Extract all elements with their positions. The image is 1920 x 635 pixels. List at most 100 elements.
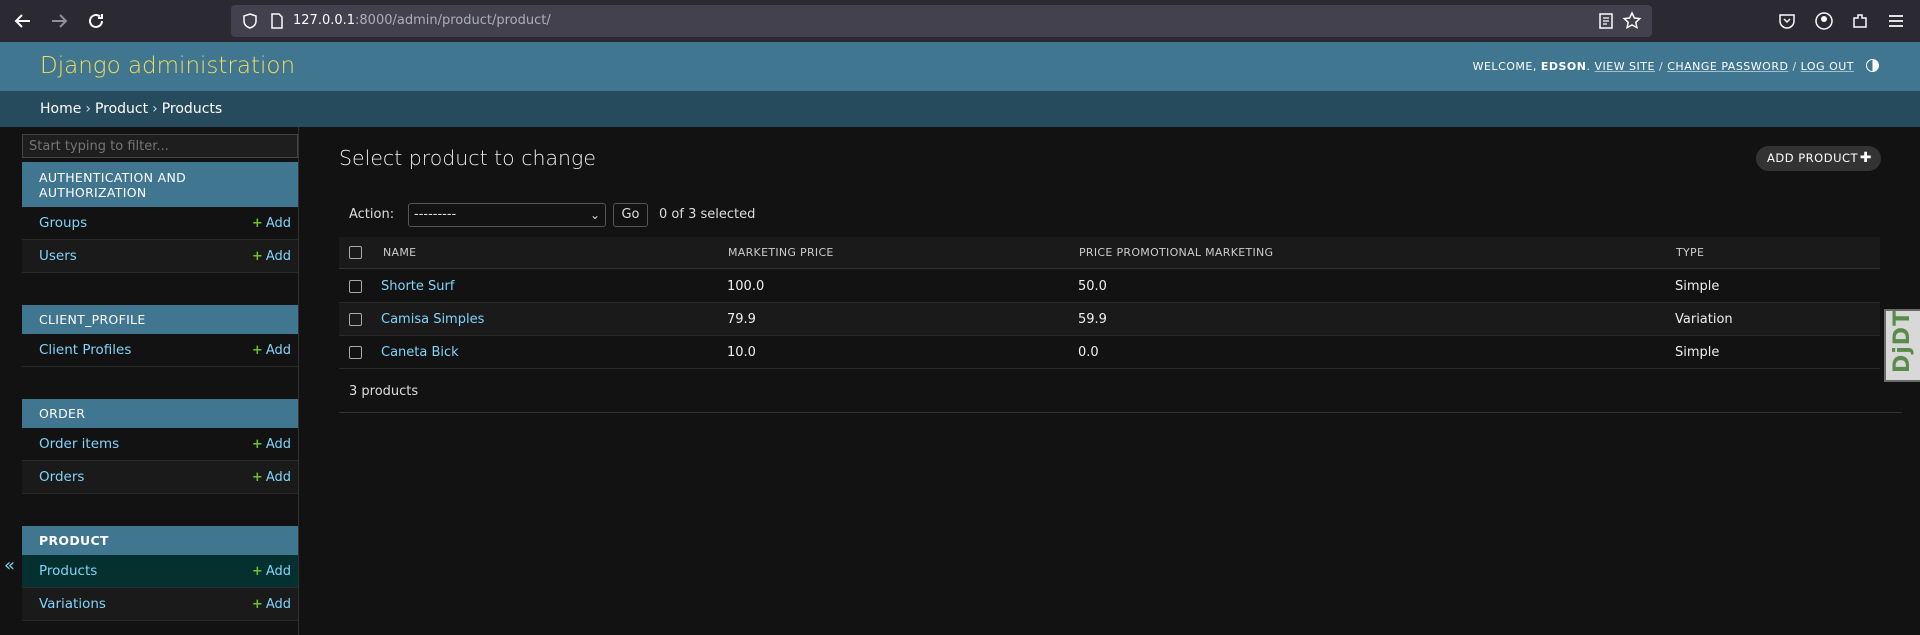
table-row: Caneta Bick 10.0 0.0 Simple	[339, 336, 1880, 369]
sidebar-item-label[interactable]: Order items	[39, 428, 119, 461]
url-text[interactable]: 127.0.0.1:8000/admin/product/product/	[293, 5, 551, 37]
breadcrumb-current: Products	[161, 101, 223, 117]
pocket-icon[interactable]	[1777, 11, 1797, 31]
module-header-product[interactable]: Product	[22, 526, 298, 555]
add-label: Add	[265, 470, 291, 485]
sidebar-item-label[interactable]: Products	[39, 555, 97, 588]
welcome-text: Welcome,	[1472, 60, 1537, 73]
bookmark-star-icon[interactable]	[1622, 11, 1642, 31]
page-icon[interactable]	[268, 12, 286, 30]
menu-icon[interactable]	[1886, 11, 1906, 31]
sidebar-filter-input[interactable]	[22, 134, 298, 158]
theme-toggle-icon[interactable]	[1866, 59, 1879, 72]
url-bar[interactable]: 127.0.0.1:8000/admin/product/product/	[231, 5, 1652, 37]
chevron-down-icon: ⌄	[589, 208, 600, 222]
product-name-link[interactable]: Caneta Bick	[381, 336, 459, 369]
sidebar-item-products: Products + Add	[22, 555, 298, 588]
breadcrumb-separator: ›	[152, 101, 158, 117]
username: Edson	[1540, 60, 1587, 73]
selection-counter: 0 of 3 selected	[659, 207, 756, 222]
column-header-promo-price[interactable]: Price promotional marketing	[1079, 237, 1273, 269]
add-product-button[interactable]: Add product ✚	[1756, 146, 1881, 171]
add-users-link[interactable]: + Add	[252, 240, 291, 273]
breadcrumb-product[interactable]: Product	[95, 101, 148, 117]
type-cell: Variation	[1675, 312, 1733, 327]
product-name-link[interactable]: Camisa Simples	[381, 303, 484, 336]
add-product-label: Add product	[1767, 151, 1859, 165]
marketing-price-cell: 100.0	[727, 279, 765, 294]
plus-icon: ✚	[1859, 150, 1872, 166]
module-header-auth[interactable]: Authentication and Authorization	[22, 162, 298, 207]
plus-icon: +	[251, 470, 263, 485]
row-checkbox[interactable]	[349, 280, 362, 293]
marketing-price-cell: 10.0	[727, 345, 756, 360]
add-variations-link[interactable]: + Add	[252, 588, 291, 621]
sidebar-item-label[interactable]: Orders	[39, 461, 84, 494]
plus-icon: +	[251, 249, 263, 264]
reader-view-icon[interactable]	[1598, 13, 1614, 29]
sidebar-item-label[interactable]: Groups	[39, 207, 87, 240]
column-header-type[interactable]: Type	[1676, 237, 1704, 269]
page-title: Select product to change	[339, 146, 596, 170]
url-host: 127.0.0.1	[293, 13, 356, 28]
debug-toolbar-label: DjDT	[1890, 309, 1915, 373]
log-out-link[interactable]: Log out	[1801, 60, 1854, 73]
action-select[interactable]: --------- ⌄	[408, 203, 606, 227]
module-header-client-profile[interactable]: Client_profile	[22, 305, 298, 334]
add-client-profiles-link[interactable]: + Add	[252, 334, 291, 367]
sidebar-divider	[298, 127, 299, 635]
add-label: Add	[265, 343, 291, 358]
view-site-link[interactable]: View site	[1594, 60, 1655, 73]
plus-icon: +	[251, 343, 263, 358]
marketing-price-cell: 79.9	[727, 312, 756, 327]
row-checkbox[interactable]	[349, 346, 362, 359]
plus-icon: +	[251, 564, 263, 579]
site-branding[interactable]: Django administration	[40, 42, 295, 91]
go-button[interactable]: Go	[613, 203, 648, 227]
sidebar-item-variations: Variations + Add	[22, 588, 298, 621]
sidebar-item-groups: Groups + Add	[22, 207, 298, 240]
shield-icon[interactable]	[241, 12, 259, 30]
plus-icon: +	[251, 437, 263, 452]
module-header-order[interactable]: Order	[22, 399, 298, 428]
add-groups-link[interactable]: + Add	[252, 207, 291, 240]
breadcrumb-home[interactable]: Home	[40, 101, 81, 117]
nav-sidebar: Authentication and Authorization Groups …	[22, 127, 298, 635]
account-icon[interactable]	[1814, 11, 1834, 31]
sidebar-item-label[interactable]: Variations	[39, 588, 106, 621]
extensions-icon[interactable]	[1850, 11, 1870, 31]
change-password-link[interactable]: Change password	[1667, 60, 1788, 73]
user-tools: Welcome, Edson. View site / Change passw…	[1473, 42, 1879, 91]
action-label: Action:	[349, 207, 395, 222]
add-products-link[interactable]: + Add	[252, 555, 291, 588]
breadcrumb: Home › Product › Products	[0, 91, 1920, 127]
debug-toolbar-handle[interactable]: DjDT	[1884, 309, 1920, 382]
add-order-items-link[interactable]: + Add	[252, 428, 291, 461]
breadcrumb-separator: ›	[85, 101, 91, 117]
row-checkbox[interactable]	[349, 313, 362, 326]
table-row: Camisa Simples 79.9 59.9 Variation	[339, 303, 1880, 336]
sidebar-item-orders: Orders + Add	[22, 461, 298, 494]
actions-bar: Action: --------- ⌄ Go 0 of 3 selected	[339, 200, 1880, 230]
column-header-name[interactable]: Name	[383, 237, 416, 269]
column-header-marketing-price[interactable]: Marketing price	[728, 237, 834, 269]
table-header: Name Marketing price Price promotional m…	[339, 237, 1880, 269]
select-all-checkbox[interactable]	[349, 246, 362, 259]
sidebar-item-users: Users + Add	[22, 240, 298, 273]
add-orders-link[interactable]: + Add	[252, 461, 291, 494]
sidebar-item-label[interactable]: Users	[39, 240, 77, 273]
plus-icon: +	[251, 216, 263, 231]
forward-arrow-icon[interactable]	[47, 9, 71, 33]
back-arrow-icon[interactable]	[11, 9, 35, 33]
sidebar-collapse-toggle[interactable]: «	[4, 555, 15, 576]
promo-price-cell: 0.0	[1078, 345, 1099, 360]
result-count: 3 products	[349, 384, 419, 399]
plus-icon: +	[251, 597, 263, 612]
paginator: 3 products	[339, 370, 1902, 413]
reload-icon[interactable]	[84, 9, 108, 33]
product-name-link[interactable]: Shorte Surf	[381, 270, 454, 303]
sidebar-item-label[interactable]: Client Profiles	[39, 334, 131, 367]
table-row: Shorte Surf 100.0 50.0 Simple	[339, 270, 1880, 303]
type-cell: Simple	[1675, 279, 1720, 294]
add-label: Add	[265, 564, 291, 579]
